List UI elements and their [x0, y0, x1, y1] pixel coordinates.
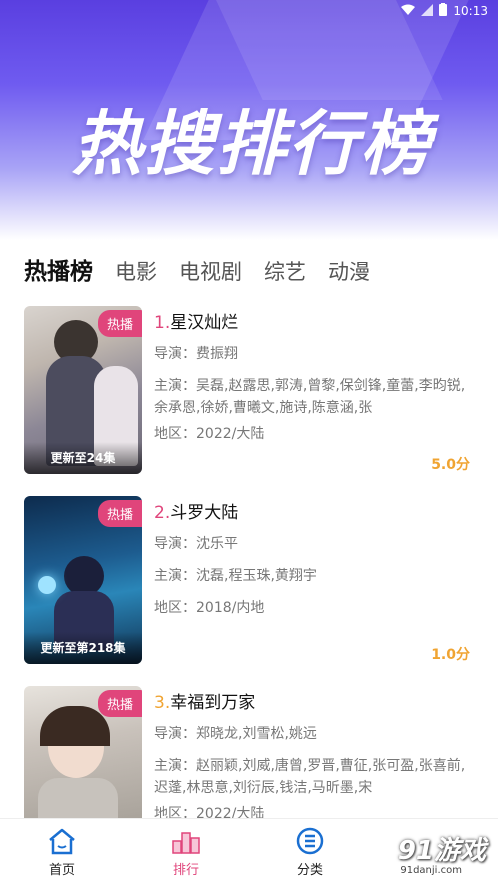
battery-icon	[439, 3, 448, 19]
hot-badge: 热播	[97, 690, 142, 717]
nav-ranking[interactable]: 排行	[146, 827, 226, 878]
tab-variety[interactable]: 综艺	[264, 256, 306, 286]
nav-home[interactable]: 首页	[22, 827, 102, 878]
item-title[interactable]: 3.幸福到万家	[154, 688, 474, 713]
tab-anime[interactable]: 动漫	[328, 256, 370, 286]
item-title[interactable]: 2.斗罗大陆	[154, 498, 474, 523]
status-bar: 10:13	[0, 0, 498, 22]
poster-image[interactable]: 热播 更新至24集	[24, 306, 142, 474]
tab-hot[interactable]: 热播榜	[24, 252, 93, 286]
director-text: 导演：郑晓龙,刘雪松,姚远	[154, 726, 317, 742]
hero-title: 热搜排行榜	[72, 103, 432, 185]
hot-badge: 热播	[97, 500, 142, 527]
cast-text: 主演：吴磊,赵露思,郭涛,曾黎,保剑锋,童蕾,李昀锐,余承恩,徐娇,曹曦文,施诗…	[154, 378, 466, 416]
update-status: 更新至24集	[24, 442, 142, 474]
hot-badge: 热播	[97, 310, 142, 337]
score: 1.0分	[431, 647, 470, 663]
director-text: 导演：沈乐平	[154, 536, 238, 552]
poster-image[interactable]: 热播	[24, 686, 142, 821]
home-icon	[47, 827, 77, 855]
tab-movies[interactable]: 电影	[115, 256, 157, 286]
nav-label: 分类	[296, 863, 323, 878]
signal-icon	[421, 3, 434, 19]
update-status: 更新至第218集	[24, 632, 142, 664]
category-tabs: 热播榜 电影 电视剧 综艺 动漫	[24, 252, 370, 286]
status-time: 10:13	[453, 4, 488, 18]
site-watermark: 91游戏 91danji.com	[350, 820, 490, 880]
cast-text: 主演：赵丽颖,刘威,唐曾,罗晋,曹征,张可盈,张喜前,迟蓬,林思意,刘衍辰,钱洁…	[154, 758, 466, 796]
item-title[interactable]: 1.星汉灿烂	[154, 308, 474, 333]
list-item[interactable]: 热播 更新至24集 1.星汉灿烂 导演：费振翔 主演：吴磊,赵露思,郭涛,曾黎,…	[0, 306, 498, 476]
ranking-icon	[171, 827, 201, 855]
score: 5.0分	[431, 457, 470, 473]
director-text: 导演：费振翔	[154, 346, 238, 362]
nav-label: 首页	[48, 863, 75, 878]
cast-text: 主演：沈磊,程玉珠,黄翔宇	[154, 568, 317, 584]
wifi-icon	[401, 4, 416, 19]
watermark-url: 91danji.com	[400, 865, 462, 876]
rank-number: 3.	[154, 693, 171, 713]
region-text: 地区：2018/内地	[154, 600, 265, 616]
rank-number: 2.	[154, 503, 171, 523]
rank-number: 1.	[154, 313, 171, 333]
tab-tv-series[interactable]: 电视剧	[179, 256, 242, 286]
watermark-logo: 91游戏	[397, 836, 486, 866]
category-icon	[295, 827, 325, 855]
region-text: 地区：2022/大陆	[154, 426, 265, 442]
nav-category[interactable]: 分类	[270, 827, 350, 878]
nav-label: 排行	[172, 863, 199, 878]
list-item[interactable]: 热播 更新至第218集 2.斗罗大陆 导演：沈乐平 主演：沈磊,程玉珠,黄翔宇 …	[0, 496, 498, 666]
poster-image[interactable]: 热播 更新至第218集	[24, 496, 142, 664]
list-item[interactable]: 热播 3.幸福到万家 导演：郑晓龙,刘雪松,姚远 主演：赵丽颖,刘威,唐曾,罗晋…	[0, 686, 498, 821]
